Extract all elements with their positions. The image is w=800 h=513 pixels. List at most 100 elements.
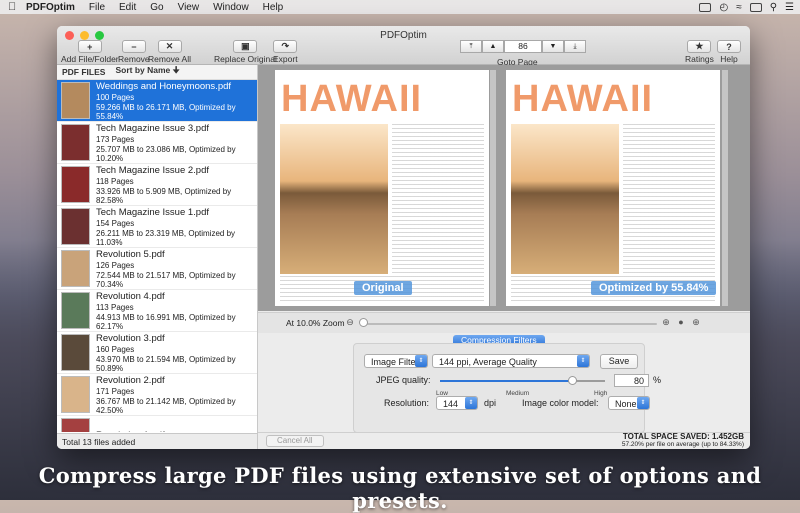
star-icon: ★ [687,40,712,53]
color-model-select[interactable]: None ⇕ [608,396,650,410]
next-page-icon[interactable]: ▼ [542,40,564,53]
spotlight-icon[interactable]: ⚲ [770,2,777,13]
cancel-all-button[interactable]: Cancel All [266,435,324,447]
zoom-slider-knob[interactable] [359,318,368,327]
original-label: Original [354,281,412,295]
menu-view[interactable]: View [178,2,200,13]
remove-all-label: Remove All [148,54,191,64]
file-info: Revolution 2.pdf 171 Pages 36.767 MB to 21… [96,375,257,415]
file-info: Tech Magazine Issue 1.pdf 154 Pages 26.211… [96,207,257,247]
file-list-item[interactable]: Revolution 1.pdf [57,416,257,432]
help-button[interactable]: ? Help [717,40,741,64]
export-label: Export [273,54,298,64]
pdf-thumbnail [61,124,90,161]
file-list-item[interactable]: Revolution 3.pdf 160 Pages 43.970 MB to 21… [57,332,257,374]
file-info: Revolution 3.pdf 160 Pages 43.970 MB to 21… [96,333,257,373]
last-page-icon[interactable]: ⤓ [564,40,586,53]
remove-button[interactable]: − Remove [118,40,150,64]
zoom-out-icon[interactable]: ⊖ [345,317,355,327]
menu-file[interactable]: File [89,2,105,13]
question-icon: ? [717,40,741,53]
resolution-select[interactable]: 144 ⇕ [436,396,478,410]
file-list-item[interactable]: Weddings and Honeymoons.pdf 100 Pages 59.2… [57,80,257,122]
toolbar: PDFOptim + Add File/Folder − Remove ✕ Re… [57,26,750,67]
jpeg-quality-slider[interactable] [440,376,605,385]
file-list-item[interactable]: Revolution 2.pdf 171 Pages 36.767 MB to 21… [57,374,257,416]
jpeg-quality-field[interactable]: 80 [614,374,649,387]
wifi-icon[interactable]: ≈ [736,2,742,13]
file-list-item[interactable]: Revolution 5.pdf 126 Pages 72.544 MB to 21… [57,248,257,290]
plus-icon: + [77,40,102,53]
file-size: 72.544 MB to 21.517 MB, Optimized by 70.… [96,270,236,289]
chevron-updown-icon: ⇕ [415,355,427,367]
right-page-scrollbar[interactable] [722,70,728,306]
airplay-icon[interactable] [699,2,712,12]
optimized-page[interactable]: HAWAII [506,70,720,306]
menu-app-name[interactable]: PDFOptim [26,2,75,13]
file-name: Tech Magazine Issue 1.pdf [96,206,210,218]
export-button[interactable]: ↷ Export [273,40,298,64]
menu-edit[interactable]: Edit [119,2,136,13]
zoom-fit-icon[interactable]: ● [676,317,686,327]
file-list-item[interactable]: Revolution 4.pdf 113 Pages 44.913 MB to 16… [57,290,257,332]
pdf-thumbnail [61,82,90,119]
file-info: Revolution 4.pdf 113 Pages 44.913 MB to 16… [96,291,257,331]
totals: TOTAL SPACE SAVED: 1.452GB 57.20% per fi… [622,433,744,449]
file-size: 43.970 MB to 21.594 MB, Optimized by 50.… [96,354,236,373]
status-bar: Cancel All TOTAL SPACE SAVED: 1.452GB 57… [258,432,750,449]
file-list-item[interactable]: Tech Magazine Issue 3.pdf 173 Pages 25.707… [57,122,257,164]
page-number-field[interactable]: 86 [504,40,542,53]
battery-icon[interactable] [749,2,762,12]
file-name: Tech Magazine Issue 3.pdf [96,122,210,134]
original-page[interactable]: HAWAII [275,70,489,306]
file-info: Tech Magazine Issue 2.pdf 118 Pages 33.926… [96,165,257,205]
preset-select[interactable]: 144 ppi, Average Quality ⇕ [432,354,590,368]
image-filter-select[interactable]: Image Filter ⇕ [364,354,428,368]
sort-by-name-button[interactable]: Sort by Name 🠋 [115,65,179,79]
save-disk-icon: ▣ [233,40,258,53]
ratings-button[interactable]: ★ Ratings [685,40,714,64]
pdf-files-heading: PDF FILES [62,67,106,77]
jpeg-quality-knob[interactable] [568,376,577,385]
page-photo-optimized [511,124,619,274]
goto-page-control: ⤒ ▲ 86 ▼ ⤓ [460,40,586,53]
chevron-updown-icon: ⇕ [637,397,649,409]
file-info: Revolution 1.pdf [96,430,165,432]
menu-help[interactable]: Help [263,2,284,13]
chevron-updown-icon: ⇕ [465,397,477,409]
file-list-item[interactable]: Tech Magazine Issue 1.pdf 154 Pages 26.211… [57,206,257,248]
page-photo [280,124,388,274]
preset-value: 144 ppi, Average Quality [439,357,537,367]
zoom-in-icon[interactable]: ⊕ [661,317,671,327]
page-body-text-optimized [623,124,715,274]
prev-page-icon[interactable]: ▲ [482,40,504,53]
file-pages: 100 Pages [96,92,135,102]
apple-menu-icon[interactable]:  [8,1,20,13]
chevron-updown-icon: ⇕ [577,355,589,367]
file-name: Revolution 2.pdf [96,374,165,386]
add-file-button[interactable]: + Add File/Folder [61,40,119,64]
app-window: PDFOptim + Add File/Folder − Remove ✕ Re… [57,26,750,449]
file-list-item[interactable]: Tech Magazine Issue 2.pdf 118 Pages 33.926… [57,164,257,206]
file-name: Tech Magazine Issue 2.pdf [96,164,210,176]
pdf-thumbnail [61,292,90,329]
zoom-actual-icon[interactable]: ⊕ [691,317,701,327]
remove-all-button[interactable]: ✕ Remove All [148,40,191,64]
export-icon: ↷ [273,40,298,53]
file-name: Weddings and Honeymoons.pdf [96,80,232,92]
timemachine-icon[interactable]: ◴ [719,2,728,13]
menu-window[interactable]: Window [213,2,249,13]
file-pages: 160 Pages [96,344,135,354]
file-pages: 171 Pages [96,386,135,396]
first-page-icon[interactable]: ⤒ [460,40,482,53]
left-page-scrollbar[interactable] [490,70,496,306]
notification-center-icon[interactable]: ☰ [785,2,794,13]
save-preset-button[interactable]: Save [600,354,638,369]
menu-go[interactable]: Go [150,2,163,13]
replace-original-label: Replace Original [214,54,277,64]
optimized-label: Optimized by 55.84% [591,281,717,295]
zoom-slider[interactable] [361,323,657,325]
total-space-saved: TOTAL SPACE SAVED: 1.452GB [622,432,744,441]
file-list: Weddings and Honeymoons.pdf 100 Pages 59.2… [57,80,257,432]
replace-original-button[interactable]: ▣ Replace Original [214,40,277,64]
